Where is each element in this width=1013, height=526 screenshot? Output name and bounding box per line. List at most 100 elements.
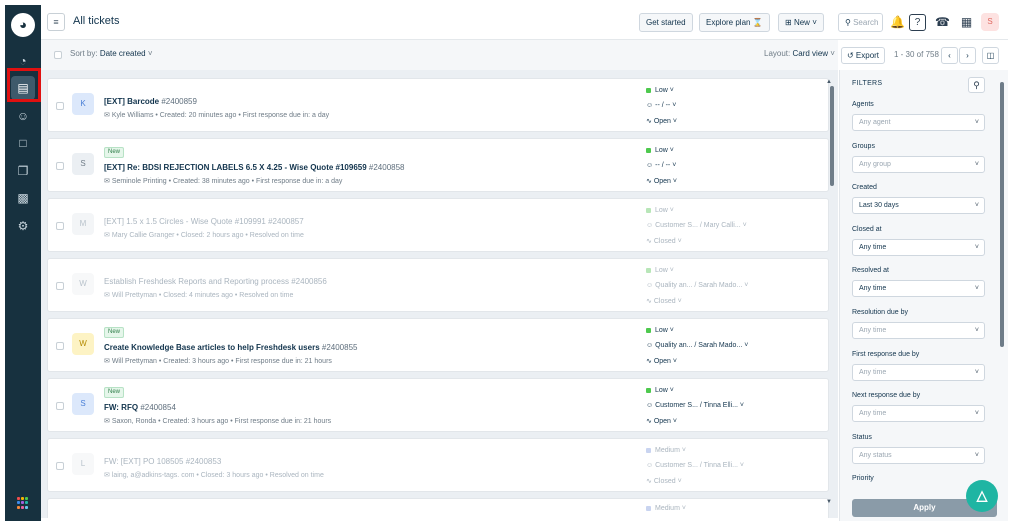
ticket-checkbox[interactable]	[56, 102, 64, 110]
knowledge-base-icon[interactable]: □	[11, 131, 35, 155]
chevron-down-icon: ˅	[974, 327, 979, 334]
scroll-up-icon[interactable]: ▲	[826, 79, 832, 85]
ticket-checkbox[interactable]	[56, 342, 64, 350]
ticket-checkbox[interactable]	[56, 222, 64, 230]
assignee-dropdown[interactable]: ☺ Quality an... / Sarah Mado... ˅	[646, 342, 748, 349]
bell-icon[interactable]: 🔔	[889, 14, 906, 31]
status-dropdown[interactable]: ∿ Closed ˅	[646, 297, 682, 305]
freshdesk-logo-icon[interactable]: ◕	[11, 13, 35, 37]
filter-select[interactable]: Any time ˅	[852, 322, 985, 339]
admin-gear-icon[interactable]: ⚙	[11, 214, 35, 238]
reports-icon[interactable]: ▩	[11, 186, 35, 210]
priority-dropdown[interactable]: Low ˅	[646, 327, 674, 334]
search-button[interactable]: ⚲ Search	[838, 13, 883, 32]
filter-select[interactable]: Any group ˅	[852, 155, 985, 173]
status-dropdown[interactable]: ∿ Open ˅	[646, 417, 677, 425]
ticket-subject[interactable]: [EXT] Re: BDSI REJECTION LABELS 6.5 X 4.…	[104, 163, 405, 172]
assignee-dropdown[interactable]: ☺ Quality an... / Sarah Mado... ˅	[646, 282, 748, 289]
filter-select-value: Any group	[859, 160, 891, 168]
filter-label: Created	[852, 184, 877, 192]
assignee-dropdown[interactable]: ☺ Customer S... / Tinna Elli... ˅	[646, 462, 744, 469]
app-window: ◕ ◔ ▤ ☺ □ ❐ ▩ ⚙ ≡ All tickets Get starte…	[0, 0, 1013, 526]
ticket-card[interactable]: W Establish Freshdesk Reports and Reporti…	[47, 258, 829, 312]
get-started-button[interactable]: Get started	[639, 13, 693, 32]
ticket-subject[interactable]: Create Knowledge Base articles to help F…	[104, 343, 357, 352]
forums-icon[interactable]: ❐	[11, 159, 35, 183]
priority-dropdown[interactable]: Low ˅	[646, 147, 674, 154]
toggle-panel-icon[interactable]: ◫	[982, 47, 999, 64]
filter-toggle-icon[interactable]: ≡	[47, 13, 65, 31]
priority-dropdown[interactable]: Low ˅	[646, 387, 674, 394]
scroll-down-icon[interactable]: ▼	[826, 499, 832, 505]
filter-select[interactable]: Any time ˅	[852, 280, 985, 298]
chat-icon[interactable]: ☎	[934, 14, 951, 31]
priority-dropdown[interactable]: Low ˅	[646, 207, 674, 214]
priority-dropdown[interactable]: Medium ˅	[646, 447, 686, 454]
user-avatar[interactable]: S	[981, 13, 999, 31]
ticket-card[interactable]: S New [EXT] Re: BDSI REJECTION LABELS 6.5 …	[47, 138, 829, 192]
ticket-subject[interactable]: [EXT] 1.5 x 1.5 Circles - Wise Quote #10…	[104, 217, 304, 226]
select-all-checkbox[interactable]	[54, 51, 62, 59]
ticket-number: #2400854	[140, 403, 176, 412]
layout-selector[interactable]: Layout: Card view ˅	[764, 49, 835, 58]
ticket-meta: ✉ Will Prettyman • Closed: 4 minutes ago…	[104, 292, 294, 299]
ticket-checkbox[interactable]	[56, 402, 64, 410]
filter-select[interactable]: Last 30 days ˅	[852, 197, 985, 215]
new-dropdown-button[interactable]: ⊞ New ˅	[778, 13, 824, 32]
filter-select[interactable]: Any time ˅	[852, 405, 985, 423]
ticket-subject[interactable]: FW: RFQ #2400854	[104, 403, 176, 412]
ticket-checkbox[interactable]	[56, 162, 64, 170]
priority-dropdown[interactable]: Low ˅	[646, 87, 674, 94]
assistant-fab-icon[interactable]: △	[966, 480, 998, 512]
next-page-button[interactable]: ›	[959, 47, 976, 64]
ticket-card[interactable]: W New Create Knowledge Base articles to he…	[47, 318, 829, 372]
ticket-checkbox[interactable]	[56, 282, 64, 290]
ticket-subject-text: [EXT] Barcode	[104, 97, 160, 106]
marketplace-icon[interactable]: ▦	[958, 14, 975, 31]
filter-label: Priority	[852, 475, 874, 483]
ticket-card[interactable]: K [EXT] Barcode #2400859 ✉ Kyle Williams •…	[47, 78, 829, 132]
filter-select[interactable]: Any time ˅	[852, 238, 985, 256]
ticket-meta: ✉ Mary Callie Granger • Closed: 2 hours …	[104, 232, 304, 239]
ticket-subject-text: FW: [EXT] PO 108505	[104, 457, 184, 466]
help-icon[interactable]: ?	[909, 14, 926, 31]
status-dropdown[interactable]: ∿ Open ˅	[646, 117, 677, 125]
assignee-value: -- / --	[655, 102, 671, 109]
requester-name: laing, a@adkins-tags. com	[111, 472, 195, 479]
assignee-dropdown[interactable]: ☺ -- / -- ˅	[646, 162, 676, 169]
ticket-subject[interactable]: FW: [EXT] PO 108505 #2400853	[104, 457, 221, 466]
ticket-subject[interactable]: [EXT] Barcode #2400859	[104, 97, 197, 106]
ticket-number: #2400859	[161, 97, 197, 106]
filter-search-icon[interactable]: ⚲	[968, 77, 985, 93]
filter-select[interactable]: Any status ˅	[852, 446, 985, 464]
status-dropdown[interactable]: ∿ Open ˅	[646, 357, 677, 365]
ticket-card[interactable]: M [EXT] 1.5 x 1.5 Circles - Wise Quote #1…	[47, 198, 829, 252]
assignee-dropdown[interactable]: ☺ -- / -- ˅	[646, 102, 676, 109]
ticket-card[interactable]: Medium ˅	[47, 498, 829, 518]
status-dropdown[interactable]: ∿ Open ˅	[646, 177, 677, 185]
ticket-card[interactable]: L FW: [EXT] PO 108505 #2400853 ✉ laing, a@…	[47, 438, 829, 492]
status-value: Open	[653, 118, 671, 125]
ticket-subject[interactable]: Establish Freshdesk Reports and Reportin…	[104, 277, 327, 286]
ticket-subject-text: [EXT] Re: BDSI REJECTION LABELS 6.5 X 4.…	[104, 163, 367, 172]
export-button[interactable]: ↺ Export	[841, 47, 885, 64]
filter-select[interactable]: Any time ˅	[852, 363, 985, 381]
priority-dropdown[interactable]: Low ˅	[646, 267, 674, 274]
priority-dropdown[interactable]: Medium ˅	[646, 505, 686, 512]
status-dropdown[interactable]: ∿ Closed ˅	[646, 477, 682, 485]
assignee-dropdown[interactable]: ☺ Customer S... / Mary Calli... ˅	[646, 222, 747, 229]
filter-select[interactable]: Any agent ˅	[852, 114, 985, 131]
apps-grid-icon[interactable]	[17, 497, 29, 509]
sort-by[interactable]: Sort by: Date created ˅	[70, 49, 153, 58]
status-dropdown[interactable]: ∿ Closed ˅	[646, 237, 682, 245]
ticket-checkbox[interactable]	[56, 462, 64, 470]
explore-plan-button[interactable]: Explore plan ⌛	[699, 13, 770, 32]
prev-page-button[interactable]: ‹	[941, 47, 958, 64]
contacts-icon[interactable]: ☺	[11, 104, 35, 128]
priority-value: Low	[655, 387, 668, 394]
list-scrollbar[interactable]	[830, 86, 834, 186]
assignee-dropdown[interactable]: ☺ Customer S... / Tinna Elli... ˅	[646, 402, 744, 409]
filter-scrollbar[interactable]	[1000, 82, 1004, 347]
priority-value: Medium	[655, 447, 680, 454]
ticket-card[interactable]: S New FW: RFQ #2400854 ✉ Saxon, Ronda • Cre…	[47, 378, 829, 432]
